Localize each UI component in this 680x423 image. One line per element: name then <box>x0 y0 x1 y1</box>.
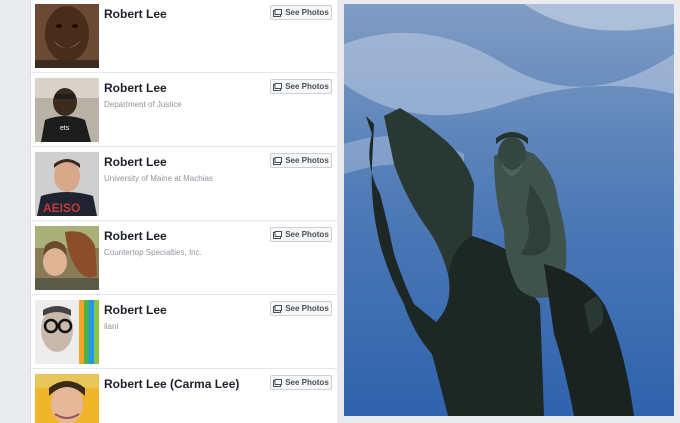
result-row: ets Robert Lee Department of Justice See… <box>31 73 338 147</box>
see-photos-button[interactable]: See Photos <box>270 227 332 242</box>
profile-photo[interactable] <box>35 4 99 68</box>
result-name[interactable]: Robert Lee <box>104 229 167 243</box>
photo-icon <box>273 156 283 165</box>
result-name[interactable]: Robert Lee (Carma Lee) <box>104 377 239 391</box>
result-name[interactable]: Robert Lee <box>104 7 167 21</box>
statue-photo <box>344 4 674 416</box>
result-subtitle: ilani <box>104 322 119 331</box>
result-subtitle: University of Maine at Machias <box>104 174 213 183</box>
result-row: AEISO Robert Lee University of Maine at … <box>31 147 338 221</box>
profile-photo[interactable]: ets <box>35 78 99 142</box>
people-search-results: Robert Lee See Photos ets Robert Lee Dep… <box>30 0 339 423</box>
result-subtitle: Department of Justice <box>104 100 182 109</box>
result-name[interactable]: Robert Lee <box>104 303 167 317</box>
see-photos-label: See Photos <box>285 82 329 91</box>
photo-icon <box>273 82 283 91</box>
see-photos-label: See Photos <box>285 8 329 17</box>
svg-text:ets: ets <box>60 125 70 132</box>
result-name[interactable]: Robert Lee <box>104 81 167 95</box>
profile-photo[interactable] <box>35 226 99 290</box>
panel-gap <box>337 0 344 423</box>
result-subtitle: Countertop Specialties, Inc. <box>104 248 202 257</box>
photo-icon <box>273 8 283 17</box>
see-photos-button[interactable]: See Photos <box>270 301 332 316</box>
photo-icon <box>273 230 283 239</box>
see-photos-label: See Photos <box>285 378 329 387</box>
result-name[interactable]: Robert Lee <box>104 155 167 169</box>
result-row: Robert Lee ilani See Photos <box>31 295 338 369</box>
photo-icon <box>273 304 283 313</box>
see-photos-button[interactable]: See Photos <box>270 153 332 168</box>
photo-icon <box>273 378 283 387</box>
result-row: Robert Lee See Photos <box>31 0 338 73</box>
result-row: Robert Lee Countertop Specialties, Inc. … <box>31 221 338 295</box>
see-photos-button[interactable]: See Photos <box>270 5 332 20</box>
svg-text:AEISO: AEISO <box>43 201 80 215</box>
result-row: Robert Lee (Carma Lee) See Photos <box>31 369 338 423</box>
see-photos-label: See Photos <box>285 304 329 313</box>
see-photos-label: See Photos <box>285 156 329 165</box>
profile-photo[interactable] <box>35 374 99 423</box>
see-photos-button[interactable]: See Photos <box>270 375 332 390</box>
see-photos-label: See Photos <box>285 230 329 239</box>
profile-photo[interactable] <box>35 300 99 364</box>
see-photos-button[interactable]: See Photos <box>270 79 332 94</box>
profile-photo[interactable]: AEISO <box>35 152 99 216</box>
left-margin <box>0 0 30 423</box>
